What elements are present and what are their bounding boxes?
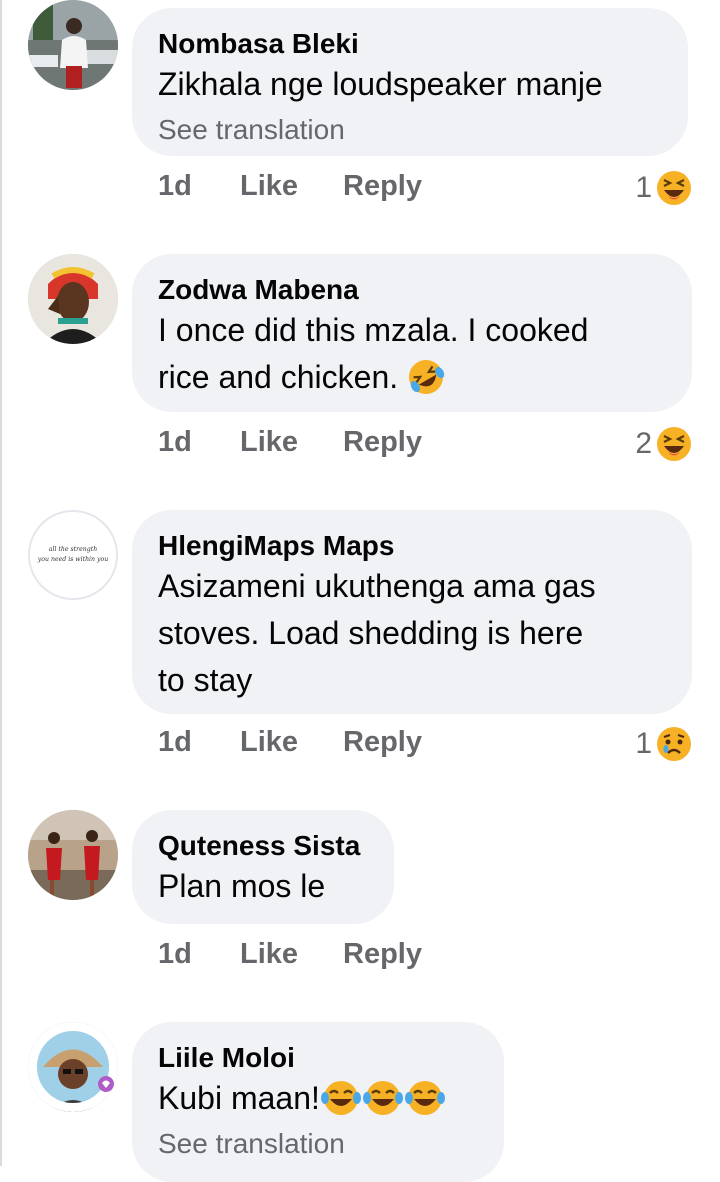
see-translation-link[interactable]: See translation bbox=[158, 1127, 478, 1161]
avatar-quote-line: you need is within you bbox=[37, 556, 108, 563]
left-edge-divider bbox=[0, 0, 2, 1166]
comment-author[interactable]: Zodwa Mabena bbox=[158, 274, 666, 306]
see-translation-link[interactable]: See translation bbox=[158, 113, 662, 147]
reaction-count: 1 bbox=[635, 727, 652, 760]
comment-author[interactable]: Quteness Sista bbox=[158, 830, 368, 862]
comment-bubble: Liile Moloi Kubi maan! See translation bbox=[132, 1022, 504, 1182]
comment-bubble: Zodwa Mabena I once did this mzala. I co… bbox=[132, 254, 692, 412]
comment-text-line: rice and chicken. bbox=[158, 355, 666, 400]
comment-text-line: stoves. Load shedding is here bbox=[158, 615, 584, 651]
reaction-count: 2 bbox=[635, 427, 652, 460]
reaction-count: 1 bbox=[635, 171, 652, 204]
haha-emoji-icon bbox=[656, 426, 692, 462]
comment-author[interactable]: Liile Moloi bbox=[158, 1042, 478, 1074]
comment-timestamp[interactable]: 1d bbox=[158, 426, 192, 459]
tears-of-joy-emoji-icon bbox=[362, 1078, 404, 1118]
comment-text: Plan mos le bbox=[158, 868, 326, 904]
comment-author[interactable]: Nombasa Bleki bbox=[158, 28, 662, 60]
tears-of-joy-emoji-icon bbox=[320, 1078, 362, 1118]
comment-text-line: I once did this mzala. I cooked bbox=[158, 312, 589, 348]
comment-timestamp[interactable]: 1d bbox=[158, 726, 192, 759]
like-button[interactable]: Like bbox=[240, 426, 298, 459]
comment-text-line: Asizameni ukuthenga ama gas bbox=[158, 568, 596, 604]
haha-emoji-icon bbox=[656, 170, 692, 206]
avatar[interactable] bbox=[28, 1022, 118, 1112]
comment-author[interactable]: HlengiMaps Maps bbox=[158, 530, 666, 562]
like-button[interactable]: Like bbox=[240, 938, 298, 971]
rofl-emoji-icon bbox=[407, 358, 445, 396]
reply-button[interactable]: Reply bbox=[343, 726, 422, 759]
comment-text-line: to stay bbox=[158, 662, 253, 698]
comment-timestamp[interactable]: 1d bbox=[158, 170, 192, 203]
reply-button[interactable]: Reply bbox=[343, 938, 422, 971]
reply-button[interactable]: Reply bbox=[343, 426, 422, 459]
avatar[interactable] bbox=[28, 810, 118, 900]
sad-emoji-icon bbox=[656, 726, 692, 762]
avatar-quote-line: all the strength bbox=[49, 546, 97, 553]
reaction-summary[interactable]: 1 bbox=[635, 168, 692, 208]
reaction-summary[interactable]: 1 bbox=[635, 724, 692, 764]
comment-text: Zikhala nge loudspeaker manje bbox=[158, 66, 603, 102]
avatar[interactable] bbox=[28, 254, 118, 344]
like-button[interactable]: Like bbox=[240, 170, 298, 203]
avatar[interactable]: all the strength you need is within you bbox=[28, 510, 118, 600]
like-button[interactable]: Like bbox=[240, 726, 298, 759]
tears-of-joy-emoji-icon bbox=[404, 1078, 446, 1118]
comment-timestamp[interactable]: 1d bbox=[158, 938, 192, 971]
avatar[interactable] bbox=[28, 0, 118, 90]
comment-bubble: Quteness Sista Plan mos le bbox=[132, 810, 394, 924]
comment-text-line: Kubi maan! bbox=[158, 1076, 478, 1121]
comment-text-fragment: Kubi maan! bbox=[158, 1080, 320, 1116]
comment-bubble: Nombasa Bleki Zikhala nge loudspeaker ma… bbox=[132, 8, 688, 156]
comment-text-fragment: rice and chicken. bbox=[158, 359, 399, 395]
comment-bubble: HlengiMaps Maps Asizameni ukuthenga ama … bbox=[132, 510, 692, 714]
reply-button[interactable]: Reply bbox=[343, 170, 422, 203]
reaction-summary[interactable]: 2 bbox=[635, 424, 692, 464]
